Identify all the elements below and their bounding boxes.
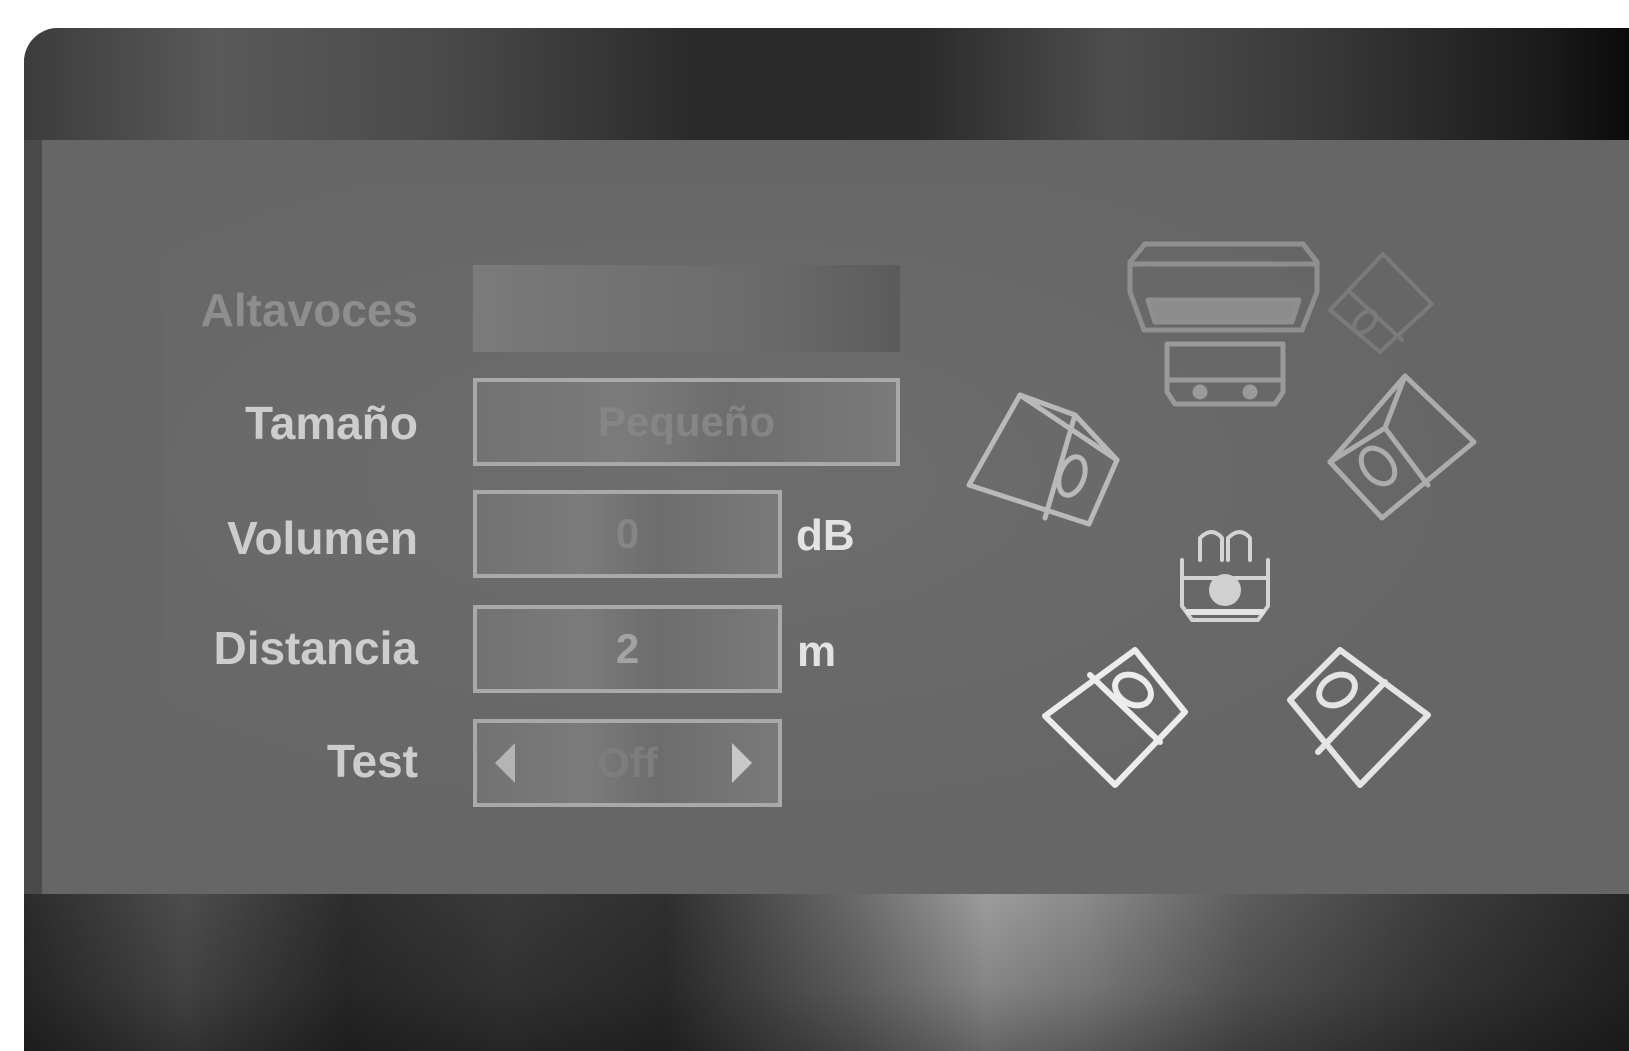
listener-icon [1180, 530, 1270, 622]
surround-right-speaker-icon [1287, 647, 1431, 788]
surround-left-speaker-icon [1042, 647, 1188, 788]
right-speaker-icon [1327, 373, 1477, 521]
center-speaker-icon [1127, 241, 1320, 333]
front-right-speaker-icon [1328, 252, 1434, 354]
subwoofer-icon [1164, 341, 1286, 407]
speaker-layout-diagram [966, 241, 1477, 788]
front-left-speaker-icon [966, 392, 1120, 527]
